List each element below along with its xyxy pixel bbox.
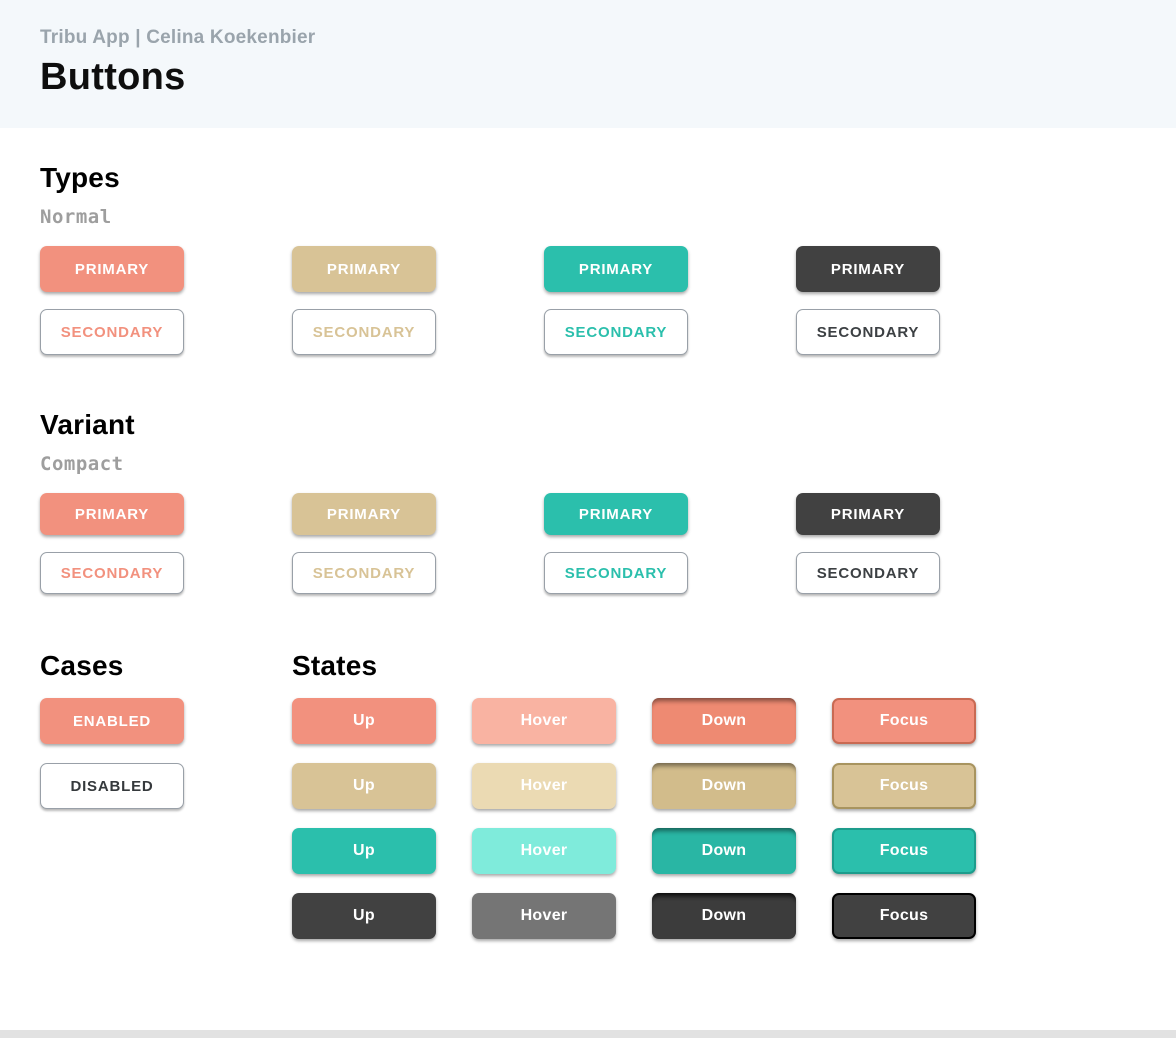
cases-stack: ENABLED DISABLED — [40, 698, 292, 809]
variant-heading: Variant — [40, 409, 135, 440]
state-button-dark-focus[interactable]: Focus — [832, 893, 976, 939]
secondary-button-teal-normal[interactable]: SECONDARY — [544, 309, 688, 355]
secondary-button-tan-compact[interactable]: SECONDARY — [292, 552, 436, 594]
types-secondary-row: SECONDARY SECONDARY SECONDARY SECONDARY — [40, 309, 1136, 355]
state-button-salmon-up[interactable]: Up — [292, 698, 436, 744]
secondary-button-tan-normal[interactable]: SECONDARY — [292, 309, 436, 355]
primary-button-tan-compact[interactable]: PRIMARY — [292, 493, 436, 535]
state-button-teal-down[interactable]: Down — [652, 828, 796, 874]
primary-button-teal-compact[interactable]: PRIMARY — [544, 493, 688, 535]
primary-button-teal-normal[interactable]: PRIMARY — [544, 246, 688, 292]
secondary-button-salmon-compact[interactable]: SECONDARY — [40, 552, 184, 594]
mode-label-compact: Compact — [40, 453, 124, 475]
variant-secondary-row: SECONDARY SECONDARY SECONDARY SECONDARY — [40, 552, 1136, 594]
state-button-salmon-hover[interactable]: Hover — [472, 698, 616, 744]
state-button-tan-down[interactable]: Down — [652, 763, 796, 809]
state-button-dark-up[interactable]: Up — [292, 893, 436, 939]
types-primary-row: PRIMARY PRIMARY PRIMARY PRIMARY — [40, 246, 1136, 292]
section-states: States Up Hover Down Focus Up Hover Down… — [292, 650, 1136, 939]
types-heading: Types — [40, 162, 120, 193]
primary-button-dark-compact[interactable]: PRIMARY — [796, 493, 940, 535]
state-button-tan-up[interactable]: Up — [292, 763, 436, 809]
disabled-button: DISABLED — [40, 763, 184, 809]
states-heading: States — [292, 650, 378, 681]
section-types: Types Normal PRIMARY PRIMARY PRIMARY PRI… — [40, 162, 1136, 355]
variant-primary-row: PRIMARY PRIMARY PRIMARY PRIMARY — [40, 493, 1136, 535]
primary-button-dark-normal[interactable]: PRIMARY — [796, 246, 940, 292]
state-button-teal-hover[interactable]: Hover — [472, 828, 616, 874]
state-button-teal-up[interactable]: Up — [292, 828, 436, 874]
state-button-tan-hover[interactable]: Hover — [472, 763, 616, 809]
state-button-teal-focus[interactable]: Focus — [832, 828, 976, 874]
primary-button-tan-normal[interactable]: PRIMARY — [292, 246, 436, 292]
state-button-dark-down[interactable]: Down — [652, 893, 796, 939]
section-cases-states: Cases ENABLED DISABLED States Up Hover D… — [40, 650, 1136, 939]
secondary-button-dark-normal[interactable]: SECONDARY — [796, 309, 940, 355]
secondary-button-teal-compact[interactable]: SECONDARY — [544, 552, 688, 594]
page-title: Buttons — [40, 56, 186, 98]
secondary-button-salmon-normal[interactable]: SECONDARY — [40, 309, 184, 355]
primary-button-salmon-normal[interactable]: PRIMARY — [40, 246, 184, 292]
states-grid: Up Hover Down Focus Up Hover Down Focus … — [292, 698, 1136, 939]
cases-heading: Cases — [40, 650, 124, 681]
content-area: Types Normal PRIMARY PRIMARY PRIMARY PRI… — [0, 162, 1176, 939]
breadcrumb-subtitle: Tribu App | Celina Koekenbier — [40, 27, 316, 48]
state-button-salmon-focus[interactable]: Focus — [832, 698, 976, 744]
enabled-button[interactable]: ENABLED — [40, 698, 184, 744]
section-cases: Cases ENABLED DISABLED — [40, 650, 292, 939]
page-header: Tribu App | Celina Koekenbier Buttons — [0, 0, 1176, 128]
primary-button-salmon-compact[interactable]: PRIMARY — [40, 493, 184, 535]
state-button-dark-hover[interactable]: Hover — [472, 893, 616, 939]
section-variant: Variant Compact PRIMARY PRIMARY PRIMARY … — [40, 409, 1136, 594]
mode-label-normal: Normal — [40, 206, 112, 228]
secondary-button-dark-compact[interactable]: SECONDARY — [796, 552, 940, 594]
state-button-tan-focus[interactable]: Focus — [832, 763, 976, 809]
state-button-salmon-down[interactable]: Down — [652, 698, 796, 744]
horizontal-scrollbar-track[interactable] — [0, 1030, 1176, 1038]
